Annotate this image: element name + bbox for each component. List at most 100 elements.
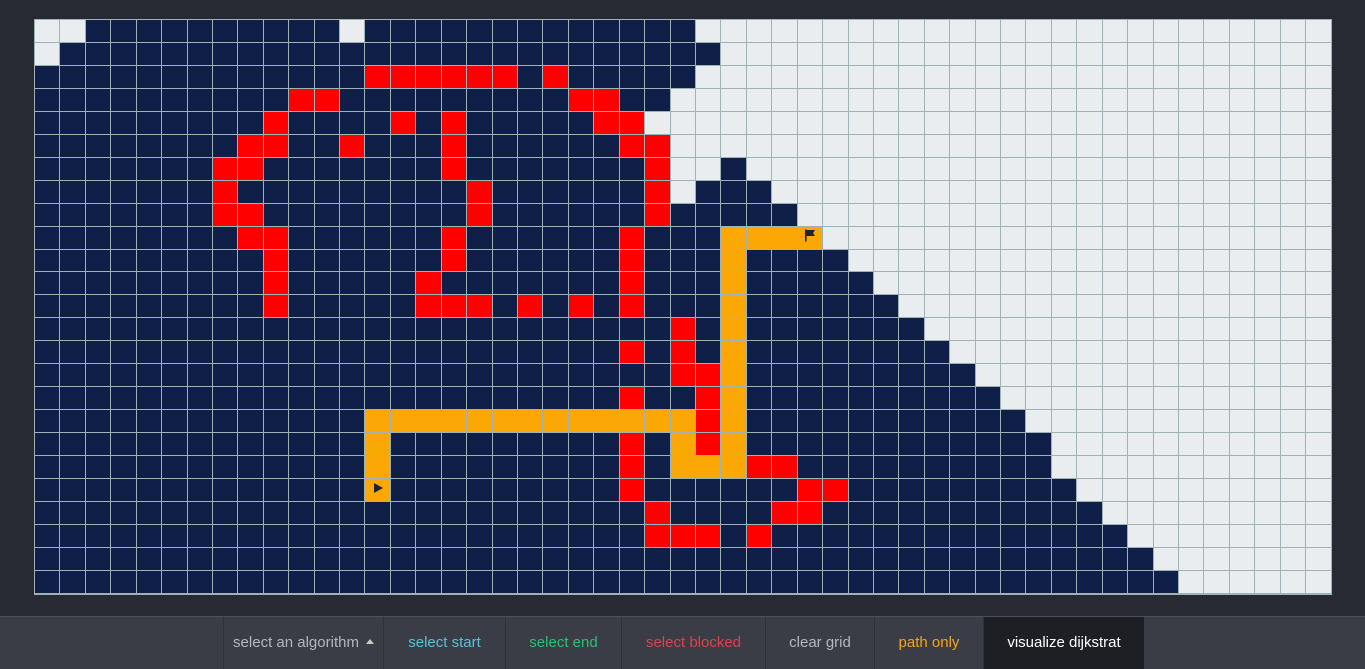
grid-cell-wall[interactable]	[212, 157, 239, 181]
grid-cell-unvisited[interactable]	[1051, 65, 1078, 89]
grid-cell-visited[interactable]	[568, 180, 595, 204]
select-start-button[interactable]: select start	[383, 617, 505, 669]
grid-cell-visited[interactable]	[340, 42, 366, 66]
grid-cell-visited[interactable]	[695, 42, 722, 66]
grid-cell-unvisited[interactable]	[950, 341, 976, 365]
grid-cell-visited[interactable]	[187, 410, 213, 434]
grid-cell-visited[interactable]	[314, 180, 341, 204]
grid-cell-unvisited[interactable]	[1001, 157, 1027, 181]
grid-cell-visited[interactable]	[212, 88, 239, 112]
grid-cell-unvisited[interactable]	[823, 203, 849, 227]
grid-cell-visited[interactable]	[746, 479, 773, 503]
grid-cell-visited[interactable]	[187, 524, 213, 548]
grid-cell-visited[interactable]	[1026, 433, 1052, 457]
grid-cell-unvisited[interactable]	[848, 111, 874, 135]
grid-cell-unvisited[interactable]	[1051, 203, 1078, 227]
grid-cell-visited[interactable]	[111, 341, 137, 365]
grid-cell-visited[interactable]	[492, 547, 519, 571]
grid-cell-unvisited[interactable]	[1306, 180, 1332, 204]
grid-cell-visited[interactable]	[492, 456, 519, 480]
start-node[interactable]	[365, 479, 391, 503]
grid-cell-visited[interactable]	[162, 387, 188, 411]
grid-cell-wall[interactable]	[416, 65, 442, 89]
grid-cell-visited[interactable]	[390, 433, 417, 457]
grid-cell-unvisited[interactable]	[848, 65, 874, 89]
grid-cell-visited[interactable]	[441, 456, 468, 480]
grid-cell-visited[interactable]	[238, 42, 264, 66]
grid-cell-unvisited[interactable]	[899, 88, 925, 112]
grid-cell-unvisited[interactable]	[1026, 134, 1052, 158]
grid-cell-visited[interactable]	[136, 570, 163, 594]
grid-cell-wall[interactable]	[797, 502, 824, 525]
grid-cell-visited[interactable]	[111, 502, 137, 525]
grid-cell-visited[interactable]	[543, 364, 569, 388]
grid-cell-unvisited[interactable]	[823, 111, 849, 135]
grid-cell-unvisited[interactable]	[848, 20, 874, 43]
grid-cell-visited[interactable]	[441, 20, 468, 43]
grid-cell-visited[interactable]	[416, 502, 442, 525]
grid-cell-visited[interactable]	[390, 203, 417, 227]
grid-cell-visited[interactable]	[416, 249, 442, 273]
grid-cell-unvisited[interactable]	[899, 157, 925, 181]
grid-cell-unvisited[interactable]	[1077, 88, 1103, 112]
grid-cell-visited[interactable]	[1026, 502, 1052, 525]
grid-cell-unvisited[interactable]	[1255, 180, 1281, 204]
grid-cell-unvisited[interactable]	[1229, 547, 1256, 571]
grid-cell-visited[interactable]	[568, 524, 595, 548]
grid-cell-wall[interactable]	[594, 88, 620, 112]
grid-cell-visited[interactable]	[899, 433, 925, 457]
grid-cell-unvisited[interactable]	[1001, 20, 1027, 43]
grid-cell-visited[interactable]	[899, 570, 925, 594]
grid-cell-visited[interactable]	[772, 524, 798, 548]
grid-cell-visited[interactable]	[136, 157, 163, 181]
grid-cell-wall[interactable]	[645, 180, 671, 204]
grid-cell-visited[interactable]	[263, 203, 290, 227]
grid-cell-visited[interactable]	[35, 387, 61, 411]
grid-cell-visited[interactable]	[162, 295, 188, 319]
grid-cell-unvisited[interactable]	[873, 134, 900, 158]
grid-cell-visited[interactable]	[543, 387, 569, 411]
grid-cell-visited[interactable]	[873, 479, 900, 503]
grid-cell-visited[interactable]	[492, 524, 519, 548]
grid-cell-visited[interactable]	[162, 570, 188, 594]
grid-cell-visited[interactable]	[823, 547, 849, 571]
grid-cell-wall[interactable]	[263, 226, 290, 250]
grid-cell-unvisited[interactable]	[772, 88, 798, 112]
grid-cell-unvisited[interactable]	[1153, 180, 1179, 204]
grid-cell-visited[interactable]	[594, 65, 620, 89]
grid-cell-unvisited[interactable]	[1204, 547, 1230, 571]
grid-cell-unvisited[interactable]	[1280, 547, 1307, 571]
grid-cell-unvisited[interactable]	[1255, 157, 1281, 181]
grid-cell-visited[interactable]	[670, 20, 696, 43]
grid-cell-path[interactable]	[721, 387, 747, 411]
grid-cell-visited[interactable]	[823, 295, 849, 319]
grid-cell-visited[interactable]	[848, 272, 874, 296]
grid-cell-visited[interactable]	[441, 318, 468, 342]
grid-cell-unvisited[interactable]	[1178, 249, 1205, 273]
grid-cell-unvisited[interactable]	[975, 226, 1002, 250]
grid-cell-visited[interactable]	[899, 410, 925, 434]
grid-cell-unvisited[interactable]	[1178, 65, 1205, 89]
grid-cell-wall[interactable]	[695, 364, 722, 388]
grid-cell-visited[interactable]	[924, 547, 951, 571]
grid-cell-visited[interactable]	[594, 341, 620, 365]
grid-cell-visited[interactable]	[162, 547, 188, 571]
grid-cell-visited[interactable]	[35, 433, 61, 457]
grid-cell-unvisited[interactable]	[1178, 157, 1205, 181]
grid-cell-visited[interactable]	[441, 88, 468, 112]
grid-cell-unvisited[interactable]	[1280, 249, 1307, 273]
grid-cell-visited[interactable]	[645, 42, 671, 66]
grid-cell-visited[interactable]	[416, 134, 442, 158]
grid-cell-visited[interactable]	[365, 180, 391, 204]
grid-cell-visited[interactable]	[187, 433, 213, 457]
grid-cell-unvisited[interactable]	[60, 20, 86, 43]
grid-cell-unvisited[interactable]	[1306, 387, 1332, 411]
grid-cell-visited[interactable]	[314, 65, 341, 89]
grid-cell-visited[interactable]	[390, 524, 417, 548]
grid-cell-unvisited[interactable]	[1229, 226, 1256, 250]
grid-cell-visited[interactable]	[543, 203, 569, 227]
grid-cell-unvisited[interactable]	[848, 42, 874, 66]
grid-cell-unvisited[interactable]	[1255, 547, 1281, 571]
grid-cell-unvisited[interactable]	[1102, 180, 1129, 204]
grid-cell-visited[interactable]	[162, 65, 188, 89]
